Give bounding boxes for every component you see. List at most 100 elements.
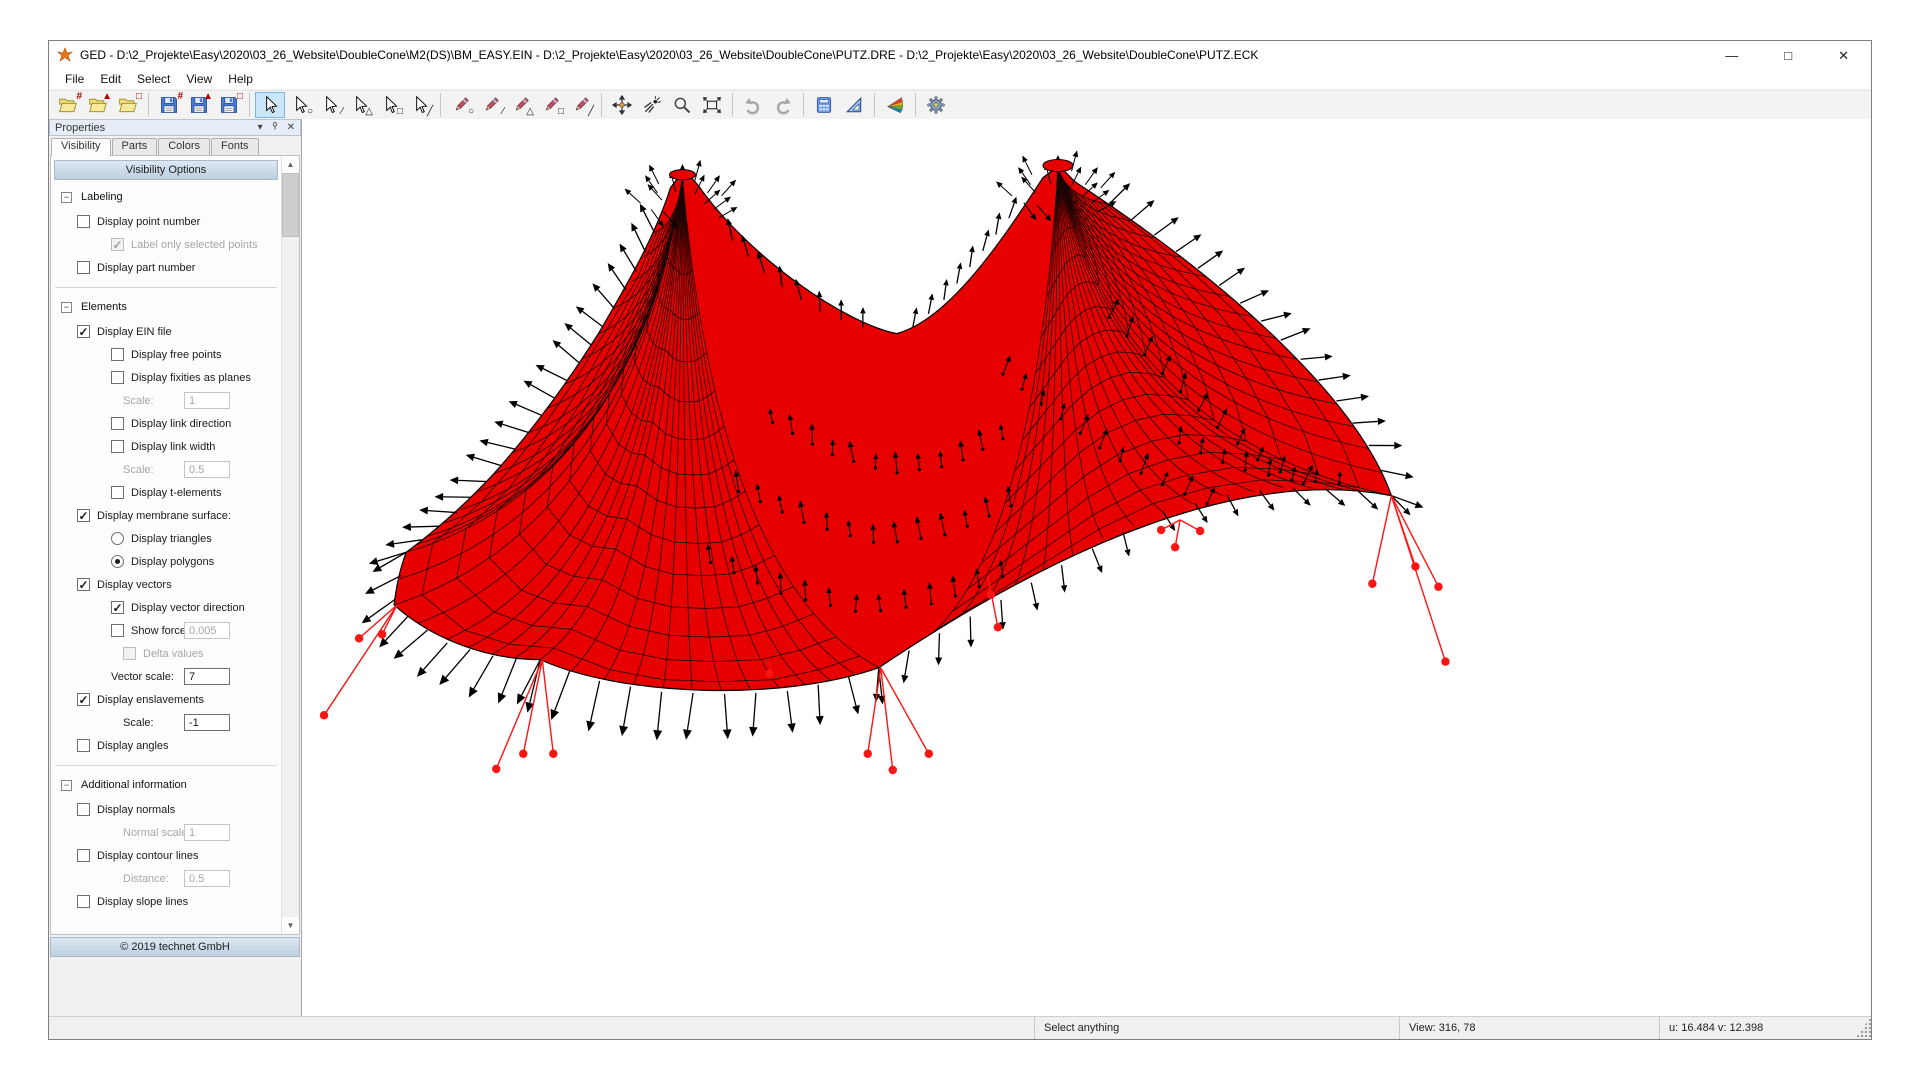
menu-help[interactable]: Help	[220, 70, 261, 88]
checkbox-display-t-elements[interactable]	[111, 486, 124, 499]
label-display-t-elements[interactable]: Display t-elements	[131, 487, 221, 499]
checkbox-display-slope-lines[interactable]	[77, 895, 90, 908]
tab-colors[interactable]: Colors	[158, 138, 210, 155]
tab-parts[interactable]: Parts	[112, 138, 158, 155]
menu-file[interactable]: File	[57, 70, 92, 88]
select-tool-button[interactable]	[255, 92, 285, 118]
move-point-button[interactable]	[607, 92, 637, 118]
checkbox-display-point-number[interactable]	[77, 215, 90, 228]
checkbox-display-angles[interactable]	[77, 739, 90, 752]
resize-grip[interactable]	[1855, 1017, 1871, 1039]
scroll-up-button[interactable]: ▲	[282, 156, 299, 173]
input-vector-scale-7[interactable]: 7	[184, 668, 230, 685]
collapse-icon[interactable]: −	[61, 192, 72, 203]
label-display-link-direction[interactable]: Display link direction	[131, 418, 231, 430]
input-distance-0.5[interactable]: 0.5	[184, 870, 230, 887]
checkbox-label-only-selected-points[interactable]	[111, 238, 124, 251]
checkbox-display-free-points[interactable]	[111, 348, 124, 361]
label-display-free-points[interactable]: Display free points	[131, 349, 222, 361]
spider-select-button[interactable]	[637, 92, 667, 118]
cone-view-button[interactable]	[880, 92, 910, 118]
draw-links-button[interactable]: ∕	[476, 92, 506, 118]
zoom-button[interactable]	[667, 92, 697, 118]
label-display-angles[interactable]: Display angles	[97, 740, 169, 752]
label-display-enslavements[interactable]: Display enslavements	[97, 694, 204, 706]
draw-triangles-button[interactable]: △	[506, 92, 536, 118]
tab-fonts[interactable]: Fonts	[211, 138, 259, 155]
panel-scrollbar[interactable]: ▲ ▼	[281, 156, 299, 934]
input-scale--1[interactable]: -1	[184, 714, 230, 731]
calculator-button[interactable]	[809, 92, 839, 118]
label-display-membrane-surface[interactable]: Display membrane surface:	[97, 510, 231, 522]
collapse-icon[interactable]: −	[61, 302, 72, 313]
checkbox-display-link-width[interactable]	[111, 440, 124, 453]
select-mixed-button[interactable]: ╱	[405, 92, 435, 118]
label-display-contour-lines[interactable]: Display contour lines	[97, 850, 199, 862]
collapse-icon[interactable]: −	[61, 780, 72, 791]
label-display-vectors[interactable]: Display vectors	[97, 579, 172, 591]
label-display-point-number[interactable]: Display point number	[97, 216, 200, 228]
fit-view-button[interactable]	[697, 92, 727, 118]
input-scale-1[interactable]: 1	[184, 392, 230, 409]
menu-select[interactable]: Select	[129, 70, 178, 88]
open-ein-button[interactable]: #	[53, 92, 83, 118]
checkbox-display-enslavements[interactable]	[77, 693, 90, 706]
label-delta-values[interactable]: Delta values	[143, 648, 204, 660]
checkbox-display-vectors[interactable]	[77, 578, 90, 591]
select-points-button[interactable]: ○	[285, 92, 315, 118]
input-show-forces[interactable]: 0.005	[184, 622, 230, 639]
label-display-part-number[interactable]: Display part number	[97, 262, 195, 274]
checkbox-delta-values[interactable]	[123, 647, 136, 660]
radio-display-polygons[interactable]	[111, 555, 124, 568]
checkbox-display-ein-file[interactable]	[77, 325, 90, 338]
scroll-down-button[interactable]: ▼	[282, 917, 299, 934]
draw-points-button[interactable]: ○	[446, 92, 476, 118]
label-display-polygons[interactable]: Display polygons	[131, 556, 214, 568]
scene-svg[interactable]	[302, 119, 1871, 1017]
open-dre-button[interactable]: ▲	[83, 92, 113, 118]
menu-edit[interactable]: Edit	[92, 70, 129, 88]
checkbox-display-link-direction[interactable]	[111, 417, 124, 430]
save-dre-button[interactable]: ▲	[184, 92, 214, 118]
panel-close-icon[interactable]: ✕	[287, 122, 295, 133]
scroll-thumb[interactable]	[282, 173, 299, 237]
panel-pin-icon[interactable]	[270, 121, 280, 134]
label-display-triangles[interactable]: Display triangles	[131, 533, 212, 545]
select-links-button[interactable]: ∕	[315, 92, 345, 118]
open-eck-button[interactable]: □	[113, 92, 143, 118]
select-triangles-button[interactable]: △	[345, 92, 375, 118]
menu-view[interactable]: View	[178, 70, 220, 88]
membrane-surface[interactable]	[394, 166, 1391, 691]
panel-menu-icon[interactable]: ▾	[258, 122, 263, 133]
checkbox-display-vector-direction[interactable]	[111, 601, 124, 614]
radio-display-triangles[interactable]	[111, 532, 124, 545]
tab-visibility[interactable]: Visibility	[51, 138, 111, 156]
maximize-button[interactable]: □	[1784, 49, 1792, 62]
label-display-ein-file[interactable]: Display EIN file	[97, 326, 172, 338]
viewport-canvas[interactable]	[302, 119, 1871, 1017]
close-button[interactable]: ✕	[1838, 49, 1849, 62]
checkbox-display-membrane-surface[interactable]	[77, 509, 90, 522]
draw-quads-button[interactable]: □	[536, 92, 566, 118]
checkbox-display-normals[interactable]	[77, 803, 90, 816]
measure-button[interactable]	[839, 92, 869, 118]
save-ein-button[interactable]: #	[154, 92, 184, 118]
checkbox-show-forces[interactable]	[111, 624, 124, 637]
save-eck-button[interactable]: □	[214, 92, 244, 118]
label-label-only-selected-points[interactable]: Label only selected points	[131, 239, 258, 251]
label-display-vector-direction[interactable]: Display vector direction	[131, 602, 245, 614]
undo-button[interactable]	[738, 92, 768, 118]
label-display-fixities-as-planes[interactable]: Display fixities as planes	[131, 372, 251, 384]
select-quads-button[interactable]: □	[375, 92, 405, 118]
label-display-link-width[interactable]: Display link width	[131, 441, 215, 453]
label-display-normals[interactable]: Display normals	[97, 804, 175, 816]
checkbox-display-part-number[interactable]	[77, 261, 90, 274]
input-scale-0.5[interactable]: 0.5	[184, 461, 230, 478]
draw-mixed-button[interactable]: ╱	[566, 92, 596, 118]
label-display-slope-lines[interactable]: Display slope lines	[97, 896, 188, 908]
checkbox-display-contour-lines[interactable]	[77, 849, 90, 862]
redo-button[interactable]	[768, 92, 798, 118]
settings-button[interactable]	[921, 92, 951, 118]
minimize-button[interactable]: —	[1725, 49, 1738, 62]
input-normal-scale-1[interactable]: 1	[184, 824, 230, 841]
